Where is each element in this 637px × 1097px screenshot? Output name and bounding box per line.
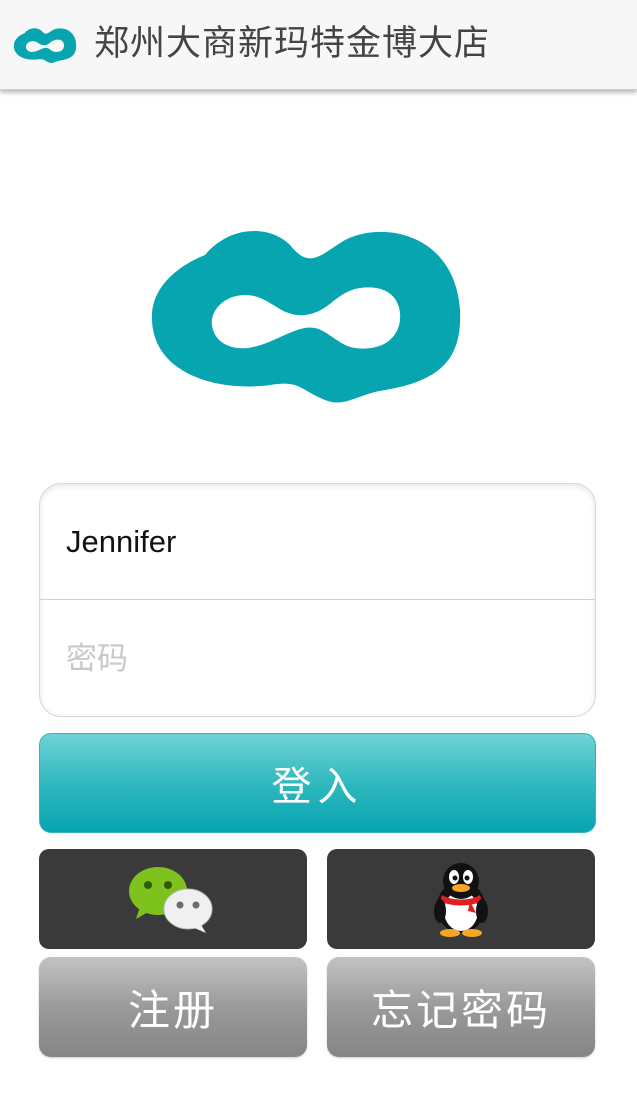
brand-logo-icon	[13, 28, 77, 63]
page-title: 郑州大商新玛特金博大店	[94, 24, 491, 64]
username-input[interactable]	[66, 523, 595, 560]
brand-logo-large-icon	[151, 231, 461, 403]
password-row	[40, 601, 595, 716]
username-row	[40, 484, 595, 600]
register-button[interactable]: 注册	[39, 957, 307, 1057]
forgot-password-button[interactable]: 忘记密码	[327, 957, 595, 1057]
password-input[interactable]	[66, 641, 595, 677]
login-form	[39, 483, 596, 717]
app-header: 郑州大商新玛特金博大店	[0, 0, 637, 90]
wechat-icon	[129, 867, 213, 933]
wechat-login-button[interactable]	[39, 849, 307, 949]
qq-login-button[interactable]	[327, 849, 595, 949]
qq-penguin-icon	[434, 863, 488, 937]
login-button[interactable]: 登入	[39, 733, 596, 833]
